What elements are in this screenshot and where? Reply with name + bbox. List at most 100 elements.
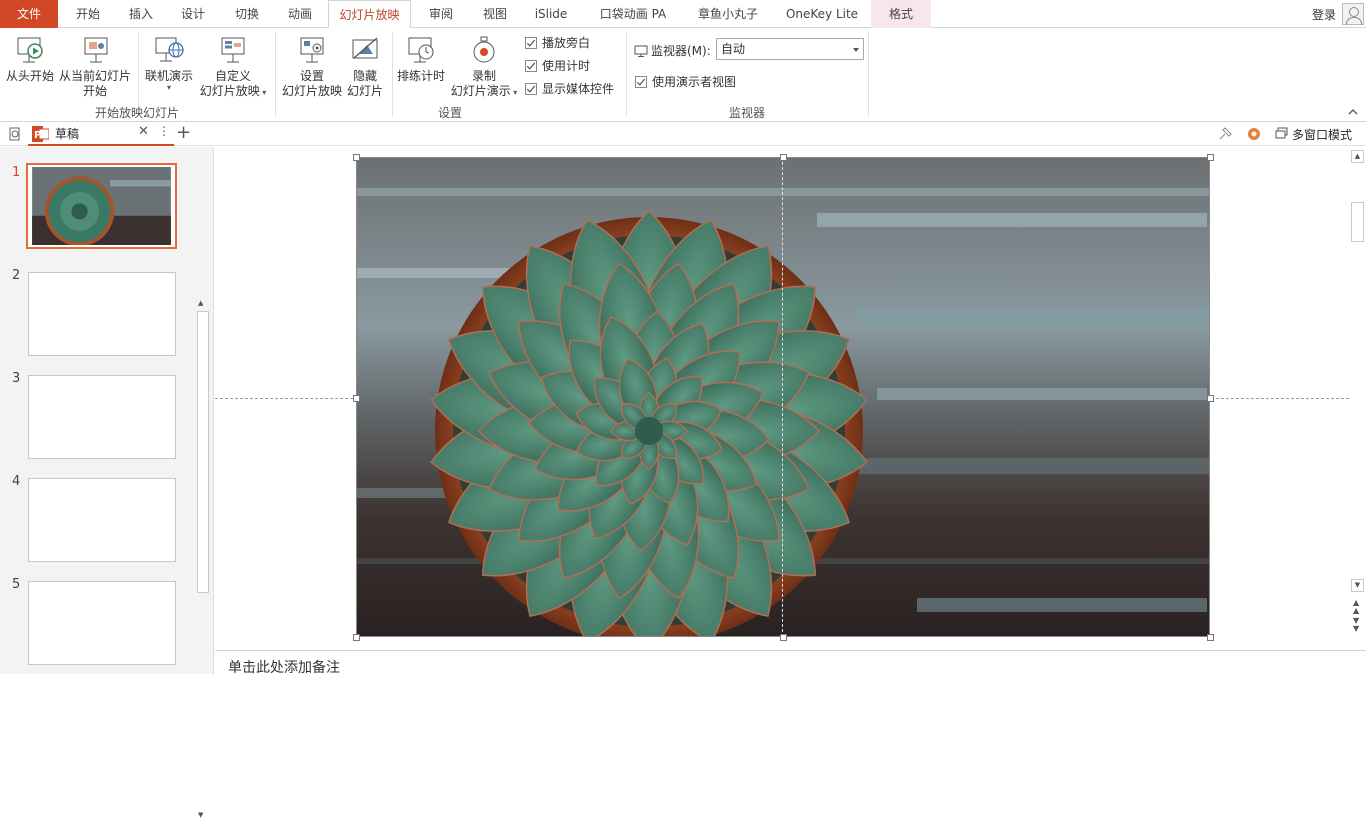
from-current-label-1: 从当前幻灯片 (58, 69, 131, 83)
svg-text:P: P (34, 130, 41, 141)
checkbox-checked-icon (525, 60, 537, 72)
monitor-select-value: 自动 (721, 42, 746, 56)
ribbon-tab-5[interactable]: 动画 (272, 0, 328, 28)
slide-thumbnail[interactable] (28, 375, 176, 459)
file-history-icon[interactable] (8, 127, 22, 141)
resize-handle[interactable] (1207, 634, 1214, 641)
previous-slide-icon[interactable]: ▲ ▲ (1353, 599, 1359, 615)
setup-slideshow-button[interactable]: 设置 幻灯片放映 (280, 34, 344, 99)
slide-thumbnail[interactable] (28, 272, 176, 356)
ribbon-tab-9[interactable]: iSlide (519, 0, 583, 28)
online-present-icon (155, 37, 184, 62)
custom-slideshow-label-2: 幻灯片放映 (199, 84, 260, 98)
editor-scroll-thumb[interactable] (1351, 202, 1364, 242)
resize-handle[interactable] (353, 395, 360, 402)
chevron-down-icon (853, 48, 859, 52)
online-present-button[interactable]: 联机演示 ▾ (141, 34, 197, 92)
slide-picture[interactable] (356, 157, 1210, 637)
editor-scrollbar[interactable]: ▲ ▼ ▲ ▲ ▼ ▼ (1349, 147, 1366, 649)
login-link[interactable]: 登录 (1312, 6, 1336, 23)
resize-handle[interactable] (353, 154, 360, 161)
ribbon-tab-0[interactable]: 文件 (0, 0, 58, 28)
hide-slide-label-2: 幻灯片 (346, 84, 383, 98)
slide-number: 2 (12, 268, 21, 283)
checkbox-checked-icon (635, 76, 647, 88)
pin-icon[interactable] (1217, 126, 1233, 142)
ribbon-tab-bar: 登录 文件 开始 插入 设计 切换 动画 幻灯片放映 审阅 视图 iSlide 口袋动画 PA 章鱼小… (0, 0, 1366, 29)
slide-number: 5 (12, 577, 21, 592)
slide-thumbnail[interactable] (26, 163, 177, 249)
succulent-core (635, 417, 663, 445)
slide-thumbnail-pane: ▲ ▼ 1 2 3 4 5 (0, 147, 214, 819)
thumbnail-scroll-thumb[interactable] (197, 311, 209, 593)
ribbon-tab-11[interactable]: 章鱼小丸子 (683, 0, 773, 28)
custom-slideshow-button[interactable]: 自定义 幻灯片放映 ▾ (196, 34, 270, 100)
slide-editor (215, 147, 1349, 649)
ribbon-tab-6[interactable]: 幻灯片放映 (328, 0, 411, 29)
more-options-icon[interactable]: ⋮ (158, 124, 170, 138)
slide-thumbnail[interactable] (28, 478, 176, 562)
show-media-controls-label: 显示媒体控件 (542, 82, 615, 96)
ribbon-tab-8[interactable]: 视图 (471, 0, 519, 28)
resize-handle[interactable] (780, 154, 787, 161)
setup-slideshow-label-1: 设置 (299, 69, 324, 83)
hide-slide-icon (352, 37, 378, 59)
scroll-down-icon[interactable]: ▼ (1351, 579, 1364, 592)
thumbnail-scrollbar[interactable]: ▲ ▼ (196, 297, 210, 821)
custom-slideshow-icon (221, 37, 245, 63)
rehearse-timings-icon (408, 37, 434, 63)
resize-handle[interactable] (780, 634, 787, 641)
ribbon-tab-2[interactable]: 插入 (118, 0, 164, 28)
resize-handle[interactable] (1207, 395, 1214, 402)
separator (275, 32, 276, 116)
show-media-controls-checkbox[interactable]: 显示媒体控件 (525, 80, 614, 97)
scroll-up-icon[interactable]: ▲ (198, 299, 203, 307)
monitor-label: 监视器(M): (651, 44, 711, 58)
online-present-dropdown-icon[interactable]: ▾ (141, 84, 197, 92)
setup-slideshow-icon (300, 37, 324, 63)
slide-thumbnail[interactable] (28, 581, 176, 665)
ribbon-tab-13[interactable]: 格式 (871, 0, 931, 28)
custom-slideshow-label-1: 自定义 (214, 69, 251, 83)
from-start-button[interactable]: 从头开始 (2, 34, 58, 84)
separator (392, 32, 393, 116)
slide-number: 1 (12, 165, 21, 180)
notes-pane[interactable]: 单击此处添加备注 (215, 650, 1366, 676)
record-dropdown-icon[interactable]: ▾ (511, 88, 517, 97)
multi-window-mode-button[interactable]: 多窗口模式 (1292, 126, 1352, 143)
monitor-label-row: 监视器(M): (634, 42, 711, 59)
slide-number: 4 (12, 474, 21, 489)
play-narration-checkbox[interactable]: 播放旁白 (525, 34, 590, 51)
hide-slide-button[interactable]: 隐藏 幻灯片 (344, 34, 386, 99)
use-timings-checkbox[interactable]: 使用计时 (525, 57, 590, 74)
collapse-ribbon-icon[interactable] (1348, 108, 1358, 116)
from-current-slide-button[interactable]: 从当前幻灯片 开始 (58, 34, 132, 99)
slide-number: 3 (12, 371, 21, 386)
ribbon-tab-7[interactable]: 审阅 (411, 0, 471, 28)
presenter-view-checkbox[interactable]: 使用演示者视图 (635, 73, 736, 90)
scroll-up-icon[interactable]: ▲ (1351, 150, 1364, 163)
ribbon-tab-4[interactable]: 切换 (222, 0, 272, 28)
monitor-icon (634, 45, 648, 57)
next-slide-icon[interactable]: ▼ ▼ (1353, 617, 1359, 633)
presenter-view-label: 使用演示者视图 (652, 75, 737, 89)
resize-handle[interactable] (1207, 154, 1214, 161)
ribbon-tab-10[interactable]: 口袋动画 PA (583, 0, 683, 28)
ribbon-tab-12[interactable]: OneKey Lite (773, 0, 871, 28)
resize-handle[interactable] (353, 634, 360, 641)
ribbon-tab-1[interactable]: 开始 (58, 0, 118, 28)
rehearse-timings-button[interactable]: 排练计时 (395, 34, 447, 84)
settings-gear-icon[interactable] (1246, 126, 1262, 142)
custom-slideshow-dropdown-icon[interactable]: ▾ (260, 88, 266, 97)
scroll-down-icon[interactable]: ▼ (198, 811, 203, 819)
record-slideshow-button[interactable]: 录制 幻灯片演示 ▾ (448, 34, 520, 100)
from-start-label: 从头开始 (5, 69, 54, 83)
monitor-select[interactable]: 自动 (716, 38, 864, 60)
document-tab[interactable]: P 草稿 ✕ ⋮ (28, 122, 174, 146)
ribbon-tab-3[interactable]: 设计 (164, 0, 222, 28)
use-timings-label: 使用计时 (542, 59, 591, 73)
user-avatar-icon[interactable] (1342, 3, 1364, 25)
document-tab-row: P 草稿 ✕ ⋮ + 多窗口模式 (0, 122, 1366, 146)
add-tab-icon[interactable]: + (176, 122, 191, 143)
close-icon[interactable]: ✕ (138, 124, 149, 139)
